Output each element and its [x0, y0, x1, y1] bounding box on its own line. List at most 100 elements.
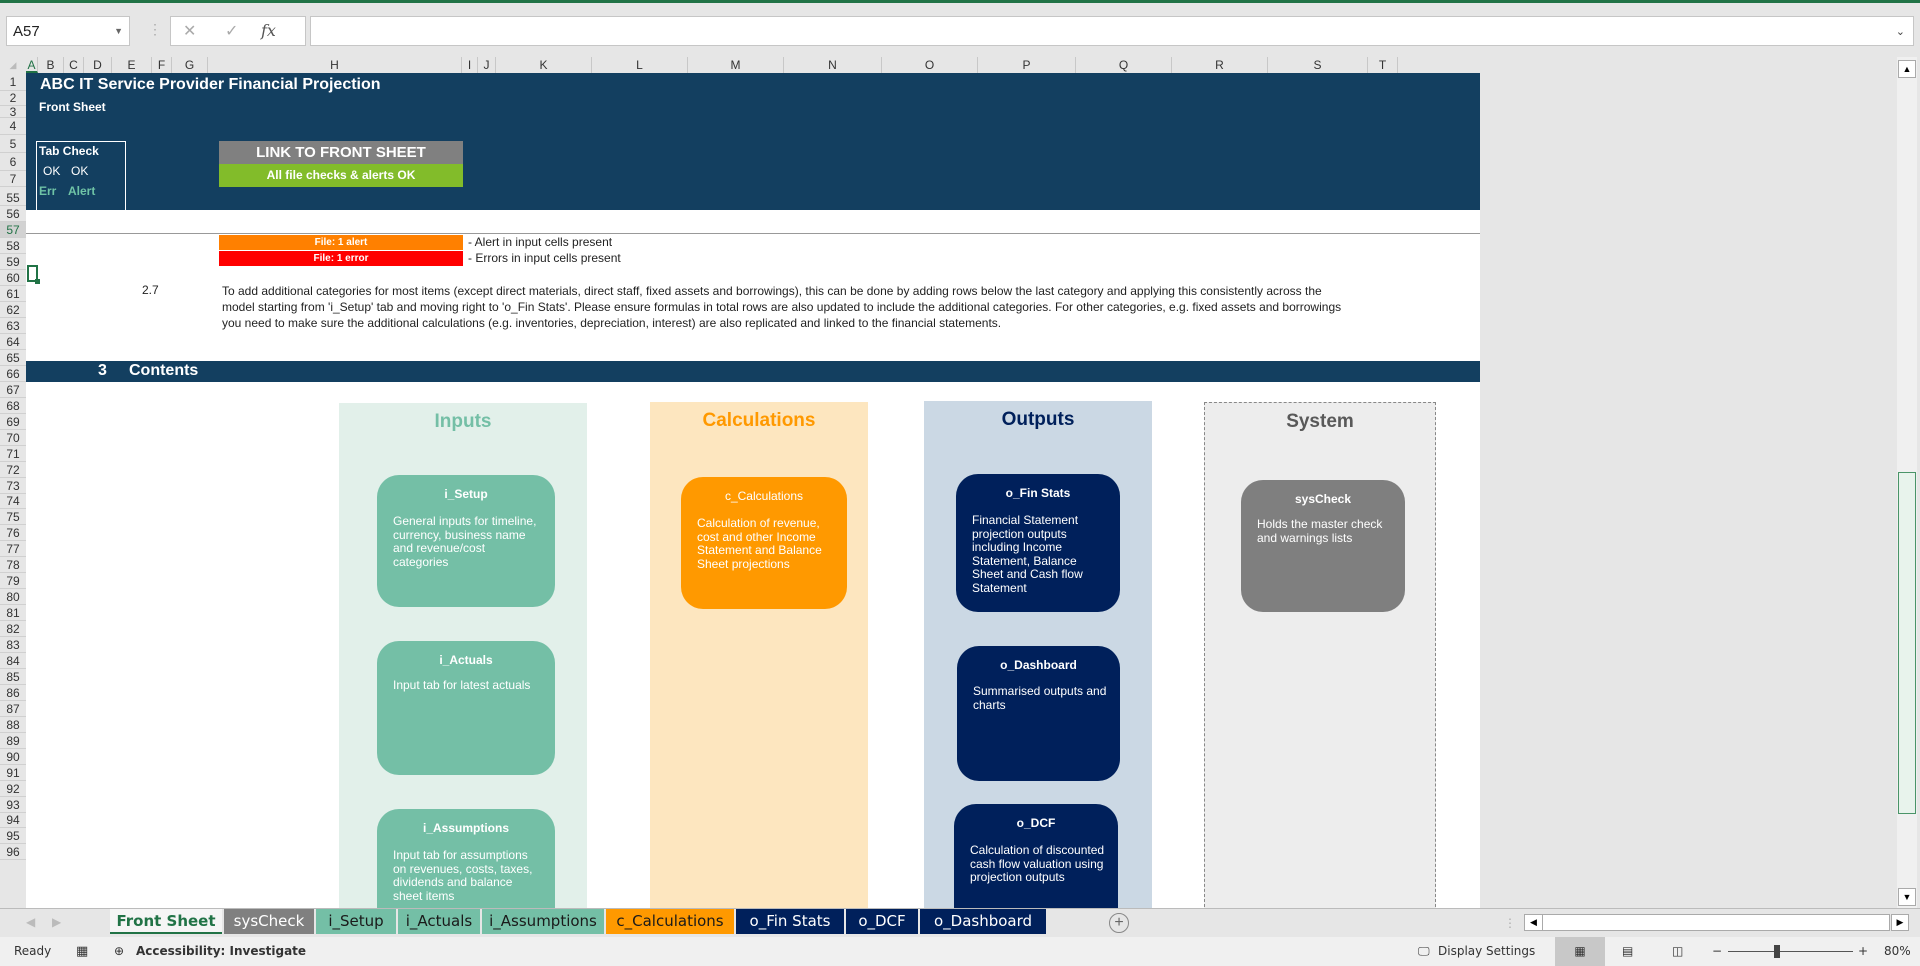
column-header-i[interactable]: I	[462, 57, 478, 73]
row-header-76[interactable]: 76	[0, 525, 26, 542]
display-settings[interactable]: Display Settings	[1438, 944, 1535, 958]
scroll-right-icon[interactable]: ▶	[1891, 914, 1909, 931]
column-header-f[interactable]: F	[152, 57, 172, 73]
row-header-72[interactable]: 72	[0, 462, 26, 478]
card-i-actuals[interactable]: i_Actuals Input tab for latest actuals	[377, 641, 555, 775]
row-header-63[interactable]: 63	[0, 318, 26, 334]
scroll-down-icon[interactable]: ▼	[1898, 888, 1916, 906]
row-header-6[interactable]: 6	[0, 153, 26, 171]
row-header-95[interactable]: 95	[0, 828, 26, 845]
formula-input[interactable]: ⌄	[310, 16, 1914, 46]
zoom-level[interactable]: 80%	[1884, 944, 1911, 958]
column-header-c[interactable]: C	[64, 57, 84, 73]
page-break-icon[interactable]: ◫	[1672, 944, 1683, 958]
column-header-m[interactable]: M	[688, 57, 784, 73]
card-o-dcf[interactable]: o_DCF Calculation of discounted cash flo…	[954, 804, 1118, 908]
zoom-out-icon[interactable]: −	[1712, 944, 1722, 958]
row-header-84[interactable]: 84	[0, 653, 26, 669]
drag-handle-icon[interactable]: ⋮	[148, 21, 162, 38]
row-header-90[interactable]: 90	[0, 749, 26, 765]
display-settings-icon[interactable]: 🖵	[1418, 944, 1430, 959]
select-all-corner[interactable]: ◢	[0, 57, 26, 73]
row-header-7[interactable]: 7	[0, 171, 26, 187]
row-header-58[interactable]: 58	[0, 238, 26, 254]
sheet-tab-c-calculations[interactable]: c_Calculations	[606, 909, 734, 934]
row-header-88[interactable]: 88	[0, 717, 26, 733]
row-header-85[interactable]: 85	[0, 669, 26, 685]
card-i-setup[interactable]: i_Setup General inputs for timeline, cur…	[377, 475, 555, 607]
column-header-a[interactable]: A	[26, 57, 38, 73]
row-header-73[interactable]: 73	[0, 478, 26, 494]
row-header-2[interactable]: 2	[0, 91, 26, 106]
row-header-79[interactable]: 79	[0, 573, 26, 590]
row-header-81[interactable]: 81	[0, 605, 26, 622]
column-header-r[interactable]: R	[1172, 57, 1268, 73]
row-header-60[interactable]: 60	[0, 270, 26, 286]
column-header-e[interactable]: E	[112, 57, 152, 73]
row-header-5[interactable]: 5	[0, 135, 26, 153]
row-header-87[interactable]: 87	[0, 701, 26, 717]
row-header-77[interactable]: 77	[0, 541, 26, 558]
row-header-65[interactable]: 65	[0, 350, 26, 366]
row-header-59[interactable]: 59	[0, 254, 26, 270]
column-header-k[interactable]: K	[496, 57, 592, 73]
sheet-tab-o-dashboard[interactable]: o_Dashboard	[920, 909, 1046, 934]
row-header-91[interactable]: 91	[0, 765, 26, 781]
zoom-in-icon[interactable]: +	[1858, 944, 1868, 958]
row-header-89[interactable]: 89	[0, 733, 26, 749]
chevron-down-icon[interactable]: ▼	[114, 26, 123, 36]
sheet-tab-syscheck[interactable]: sysCheck	[224, 909, 314, 934]
macro-record-icon[interactable]: ▦	[76, 944, 88, 959]
column-header-h[interactable]: H	[208, 57, 462, 73]
column-header-o[interactable]: O	[882, 57, 978, 73]
row-header-86[interactable]: 86	[0, 685, 26, 701]
normal-view-icon[interactable]: ▦	[1555, 937, 1605, 966]
scroll-up-icon[interactable]: ▲	[1898, 60, 1916, 78]
column-header-q[interactable]: Q	[1076, 57, 1172, 73]
card-o-fin-stats[interactable]: o_Fin Stats Financial Statement projecti…	[956, 474, 1120, 612]
row-header-70[interactable]: 70	[0, 430, 26, 446]
tab-scroll-right-icon[interactable]: ▶	[52, 915, 61, 929]
column-header-p[interactable]: P	[978, 57, 1076, 73]
page-layout-icon[interactable]: ▤	[1622, 944, 1633, 958]
row-header-74[interactable]: 74	[0, 493, 26, 510]
vertical-scrollbar[interactable]: ▲ ▼	[1897, 57, 1917, 908]
splitter-handle-icon[interactable]: ⋮	[1504, 916, 1516, 930]
cancel-icon[interactable]: ✕	[183, 21, 196, 41]
insert-function-icon[interactable]: fx	[261, 21, 276, 40]
row-header-62[interactable]: 62	[0, 302, 26, 318]
horizontal-scrollbar[interactable]: ◀ ▶	[1524, 914, 1909, 931]
row-header-67[interactable]: 67	[0, 382, 26, 398]
row-header-1[interactable]: 1	[0, 73, 26, 91]
worksheet-grid[interactable]: ABC IT Service Provider Financial Projec…	[26, 73, 1480, 908]
add-sheet-icon[interactable]: +	[1109, 913, 1129, 933]
column-header-j[interactable]: J	[478, 57, 496, 73]
column-header-g[interactable]: G	[172, 57, 208, 73]
row-header-83[interactable]: 83	[0, 637, 26, 653]
row-header-75[interactable]: 75	[0, 509, 26, 526]
zoom-slider-thumb[interactable]	[1774, 945, 1780, 958]
row-header-92[interactable]: 92	[0, 781, 26, 797]
column-header-t[interactable]: T	[1368, 57, 1398, 73]
column-header-b[interactable]: B	[38, 57, 64, 73]
row-header-94[interactable]: 94	[0, 812, 26, 829]
enter-icon[interactable]: ✓	[225, 21, 238, 41]
zoom-slider[interactable]	[1728, 951, 1853, 952]
sheet-tab-o-fin-stats[interactable]: o_Fin Stats	[736, 909, 844, 934]
link-to-front-sheet-button[interactable]: LINK TO FRONT SHEET	[219, 141, 463, 164]
name-box[interactable]: A57 ▼	[6, 16, 130, 46]
selected-cell[interactable]	[27, 265, 40, 284]
row-header-82[interactable]: 82	[0, 621, 26, 638]
card-i-assumptions[interactable]: i_Assumptions Input tab for assumptions …	[377, 809, 555, 908]
column-header-l[interactable]: L	[592, 57, 688, 73]
accessibility-icon[interactable]: ⊕	[114, 944, 124, 958]
row-header-61[interactable]: 61	[0, 286, 26, 302]
row-header-69[interactable]: 69	[0, 414, 26, 430]
row-header-93[interactable]: 93	[0, 797, 26, 813]
sheet-tab-o-dcf[interactable]: o_DCF	[846, 909, 918, 934]
row-header-56[interactable]: 56	[0, 206, 26, 222]
row-header-78[interactable]: 78	[0, 557, 26, 574]
row-header-3[interactable]: 3	[0, 106, 26, 118]
scroll-left-icon[interactable]: ◀	[1525, 915, 1543, 930]
column-header-s[interactable]: S	[1268, 57, 1368, 73]
